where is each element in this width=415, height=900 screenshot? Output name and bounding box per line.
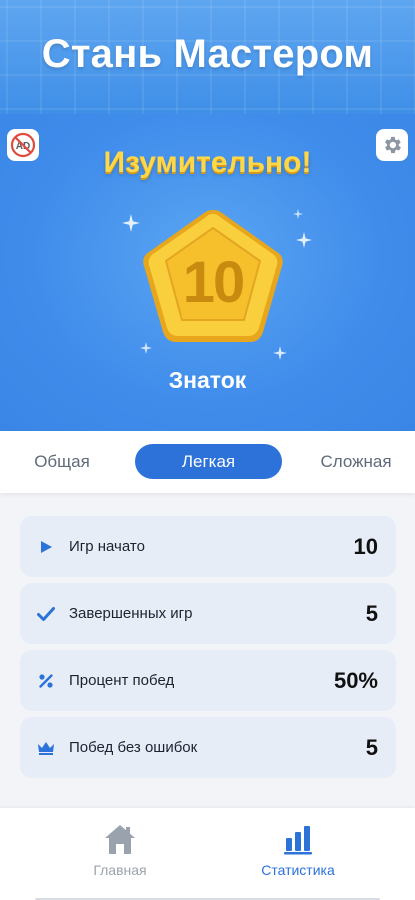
banner-title: Стань Мастером <box>41 32 374 76</box>
stat-label: Побед без ошибок <box>69 739 198 756</box>
bar-chart-icon <box>284 826 312 855</box>
stat-row-win-rate: Процент побед 50% <box>20 650 396 711</box>
stat-row-flawless-wins: Побед без ошибок 5 <box>20 717 396 778</box>
play-icon <box>37 538 55 556</box>
tab-hard[interactable]: Сложная <box>306 444 406 479</box>
stat-value: 5 <box>365 601 378 626</box>
stat-label: Завершенных игр <box>69 605 193 622</box>
sparkle-icon <box>296 232 312 248</box>
rank-level: 10 <box>182 250 246 315</box>
sparkle-icon <box>293 209 303 219</box>
stat-value: 5 <box>365 735 378 760</box>
difficulty-tabs: Общая Легкая Сложная <box>0 431 415 493</box>
tab-easy[interactable]: Легкая <box>135 444 282 479</box>
stat-value: 50% <box>333 668 378 693</box>
stat-row-games-completed: Завершенных игр 5 <box>20 583 396 644</box>
nav-home-label: Главная <box>93 862 147 878</box>
rank-hero: AD Изумительно! 10 Знаток <box>0 114 415 431</box>
tab-general[interactable]: Общая <box>14 444 110 479</box>
stat-label: Процент побед <box>69 672 175 689</box>
achievement-title: Изумительно! <box>103 146 312 179</box>
stat-value: 10 <box>353 534 378 559</box>
stat-label: Игр начато <box>69 538 145 555</box>
home-icon <box>105 825 135 854</box>
check-icon <box>37 605 55 623</box>
nav-statistics[interactable]: Статистика <box>228 822 368 878</box>
top-banner: Стань Мастером <box>0 0 415 114</box>
percent-icon <box>37 672 55 690</box>
stat-row-games-started: Игр начато 10 <box>20 516 396 577</box>
nav-statistics-label: Статистика <box>261 862 335 878</box>
nav-home[interactable]: Главная <box>50 822 190 878</box>
bottom-navigation: Главная Статистика <box>0 808 415 900</box>
sparkle-icon <box>122 214 140 232</box>
rank-name: Знаток <box>168 367 247 393</box>
crown-icon <box>37 739 55 757</box>
